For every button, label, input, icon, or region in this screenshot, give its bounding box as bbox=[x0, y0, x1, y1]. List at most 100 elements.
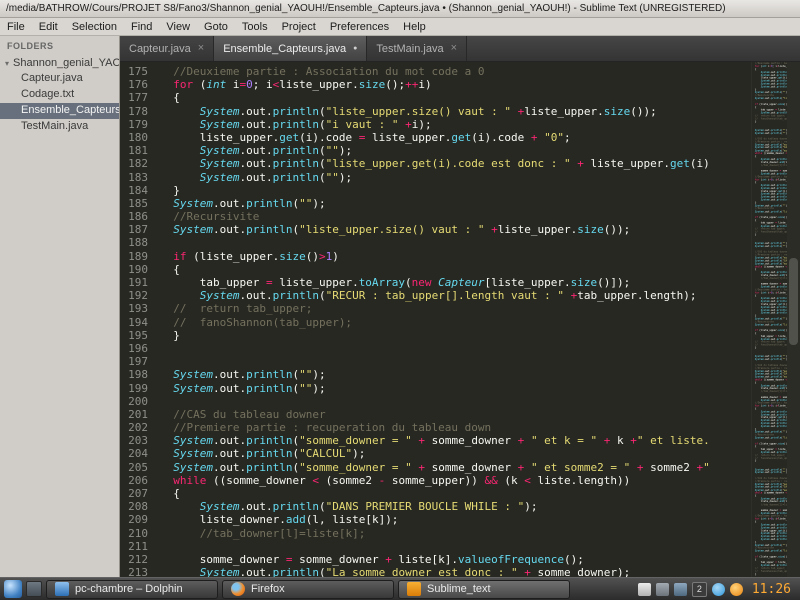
code-line[interactable]: 202 //Premiere partie : recuperation du … bbox=[120, 421, 800, 434]
task-label: Sublime_text bbox=[427, 583, 491, 595]
line-number: 186 bbox=[120, 210, 160, 223]
sidebar-file-codage-txt[interactable]: Codage.txt bbox=[0, 87, 119, 103]
sidebar-folder[interactable]: ▾ Shannon_genial_YAOUH bbox=[0, 55, 119, 71]
code-line[interactable]: 175 //Deuxieme partie : Association du m… bbox=[120, 65, 800, 78]
code-line[interactable]: 195 } bbox=[120, 329, 800, 342]
code-line[interactable]: 198 System.out.println(""); bbox=[120, 368, 800, 381]
code-line[interactable]: 177 { bbox=[120, 91, 800, 104]
line-text: } bbox=[160, 184, 180, 197]
code-editor[interactable]: 175 //Deuxieme partie : Association du m… bbox=[120, 62, 800, 577]
volume-icon[interactable] bbox=[656, 583, 669, 596]
code-line[interactable]: 200 bbox=[120, 395, 800, 408]
code-line[interactable]: 188 bbox=[120, 236, 800, 249]
minimap[interactable]: //Deuxieme partie : Association du mot c… bbox=[751, 62, 787, 577]
code-line[interactable]: 189 if (liste_upper.size()>1) bbox=[120, 250, 800, 263]
taskbar-button-firefox[interactable]: Firefox bbox=[222, 580, 394, 599]
code-line[interactable]: 191 tab_upper = liste_upper.toArray(new … bbox=[120, 276, 800, 289]
menu-view[interactable]: View bbox=[159, 18, 197, 35]
updates-icon[interactable] bbox=[730, 583, 743, 596]
menu-find[interactable]: Find bbox=[124, 18, 159, 35]
scrollbar[interactable] bbox=[787, 62, 800, 577]
sidebar: FOLDERS ▾ Shannon_genial_YAOUH Capteur.j… bbox=[0, 36, 120, 577]
code-line[interactable]: 208 System.out.println("DANS PREMIER BOU… bbox=[120, 500, 800, 513]
minimap-line bbox=[752, 576, 787, 577]
code-line[interactable]: 211 bbox=[120, 540, 800, 553]
code-line[interactable]: 182 System.out.println("liste_upper.get(… bbox=[120, 157, 800, 170]
line-text: System.out.println("somme_downer = " + s… bbox=[160, 461, 710, 474]
code-line[interactable]: 197 bbox=[120, 355, 800, 368]
network-icon[interactable] bbox=[674, 583, 687, 596]
code-line[interactable]: 183 System.out.println(""); bbox=[120, 171, 800, 184]
taskbar-button-sublime-text[interactable]: Sublime_text bbox=[398, 580, 570, 599]
code-line[interactable]: 180 liste_upper.get(i).code = liste_uppe… bbox=[120, 131, 800, 144]
tab-ensemble-capteurs-java[interactable]: Ensemble_Capteurs.java● bbox=[214, 36, 367, 61]
line-text: { bbox=[160, 263, 180, 276]
line-number: 188 bbox=[120, 236, 160, 249]
code-line[interactable]: 204 System.out.println("CALCUL"); bbox=[120, 447, 800, 460]
code-line[interactable]: 210 //tab_downer[l]=liste[k]; bbox=[120, 527, 800, 540]
window-titlebar[interactable]: /media/BATHROW/Cours/PROJET S8/Fano3/Sha… bbox=[0, 0, 800, 18]
menu-goto[interactable]: Goto bbox=[197, 18, 235, 35]
application-launcher-button[interactable] bbox=[4, 580, 22, 598]
code-line[interactable]: 193 // return tab_upper; bbox=[120, 302, 800, 315]
code-line[interactable]: 205 System.out.println("somme_downer = "… bbox=[120, 461, 800, 474]
code-line[interactable]: 201 //CAS du tableau downer bbox=[120, 408, 800, 421]
line-number: 199 bbox=[120, 382, 160, 395]
code-line[interactable]: 176 for (int i=0; i<liste_upper.size();+… bbox=[120, 78, 800, 91]
sidebar-file-testmain-java[interactable]: TestMain.java bbox=[0, 119, 119, 135]
close-tab-icon[interactable]: × bbox=[451, 43, 457, 54]
code-line[interactable]: 199 System.out.println(""); bbox=[120, 382, 800, 395]
desktop-pager[interactable]: 2 bbox=[692, 582, 707, 597]
menu-help[interactable]: Help bbox=[396, 18, 433, 35]
line-text: System.out.println(""); bbox=[160, 144, 352, 157]
minimap-line: //tab_downer[l]=liste[k]; bbox=[752, 503, 787, 506]
code-line[interactable]: 186 //Recursivite bbox=[120, 210, 800, 223]
tab-capteur-java[interactable]: Capteur.java× bbox=[120, 36, 214, 61]
line-number: 209 bbox=[120, 513, 160, 526]
code-line[interactable]: 181 System.out.println(""); bbox=[120, 144, 800, 157]
code-line[interactable]: 185 System.out.println(""); bbox=[120, 197, 800, 210]
line-text: System.out.println("La somme downer est … bbox=[160, 566, 630, 577]
code-line[interactable]: 194 // fanoShannon(tab_upper); bbox=[120, 316, 800, 329]
task-buttons: pc-chambre – DolphinFirefox Sublime_text bbox=[46, 580, 631, 599]
taskbar-button-pc-chambre-dolphin[interactable]: pc-chambre – Dolphin bbox=[46, 580, 218, 599]
clipboard-icon[interactable] bbox=[638, 583, 651, 596]
sidebar-file-capteur-java[interactable]: Capteur.java bbox=[0, 71, 119, 87]
tab-label: TestMain.java bbox=[376, 43, 443, 55]
code-line[interactable]: 187 System.out.println("liste_upper.size… bbox=[120, 223, 800, 236]
code-line[interactable]: 192 System.out.println("RECUR : tab_uppe… bbox=[120, 289, 800, 302]
code-line[interactable]: 209 liste_downer.add(l, liste[k]); bbox=[120, 513, 800, 526]
code-line[interactable]: 206 while ((somme_downer < (somme2 - som… bbox=[120, 474, 800, 487]
code-line[interactable]: 178 System.out.println("liste_upper.size… bbox=[120, 105, 800, 118]
minimap-line: System.out.println("liste_upper.size() v… bbox=[752, 323, 787, 326]
code-area[interactable]: 175 //Deuxieme partie : Association du m… bbox=[120, 62, 800, 577]
code-line[interactable]: 184 } bbox=[120, 184, 800, 197]
sidebar-file-ensemble-capteurs[interactable]: Ensemble_Capteurs bbox=[0, 103, 119, 119]
line-text: if (liste_upper.size()>1) bbox=[160, 250, 339, 263]
code-line[interactable]: 179 System.out.println("i vaut : " +i); bbox=[120, 118, 800, 131]
line-number: 180 bbox=[120, 131, 160, 144]
show-desktop-button[interactable] bbox=[26, 581, 42, 597]
code-line[interactable]: 196 bbox=[120, 342, 800, 355]
clock[interactable]: 11:26 bbox=[750, 582, 796, 597]
scrollbar-thumb[interactable] bbox=[789, 258, 798, 346]
menu-selection[interactable]: Selection bbox=[65, 18, 124, 35]
menu-edit[interactable]: Edit bbox=[32, 18, 65, 35]
minimap-line: // fanoShannon(tab_upper); bbox=[752, 570, 787, 573]
menu-project[interactable]: Project bbox=[275, 18, 323, 35]
device-notifier-icon[interactable] bbox=[712, 583, 725, 596]
code-line[interactable]: 213 System.out.println("La somme downer … bbox=[120, 566, 800, 577]
close-tab-icon[interactable]: × bbox=[198, 43, 204, 54]
menu-file[interactable]: File bbox=[0, 18, 32, 35]
minimap-line: // fanoShannon(tab_upper); bbox=[752, 343, 787, 346]
code-line[interactable]: 190 { bbox=[120, 263, 800, 276]
minimap-line: if (liste_upper.size()>1) bbox=[752, 555, 787, 558]
tab-testmain-java[interactable]: TestMain.java × bbox=[367, 36, 467, 61]
code-line[interactable]: 203 System.out.println("somme_downer = "… bbox=[120, 434, 800, 447]
menu-preferences[interactable]: Preferences bbox=[323, 18, 396, 35]
menu-tools[interactable]: Tools bbox=[235, 18, 275, 35]
code-line[interactable]: 207 { bbox=[120, 487, 800, 500]
minimap-line: System.out.println(""); bbox=[752, 312, 787, 315]
code-line[interactable]: 212 somme_downer = somme_downer + liste[… bbox=[120, 553, 800, 566]
minimap-line: if (liste_upper.size()>1) bbox=[752, 216, 787, 219]
